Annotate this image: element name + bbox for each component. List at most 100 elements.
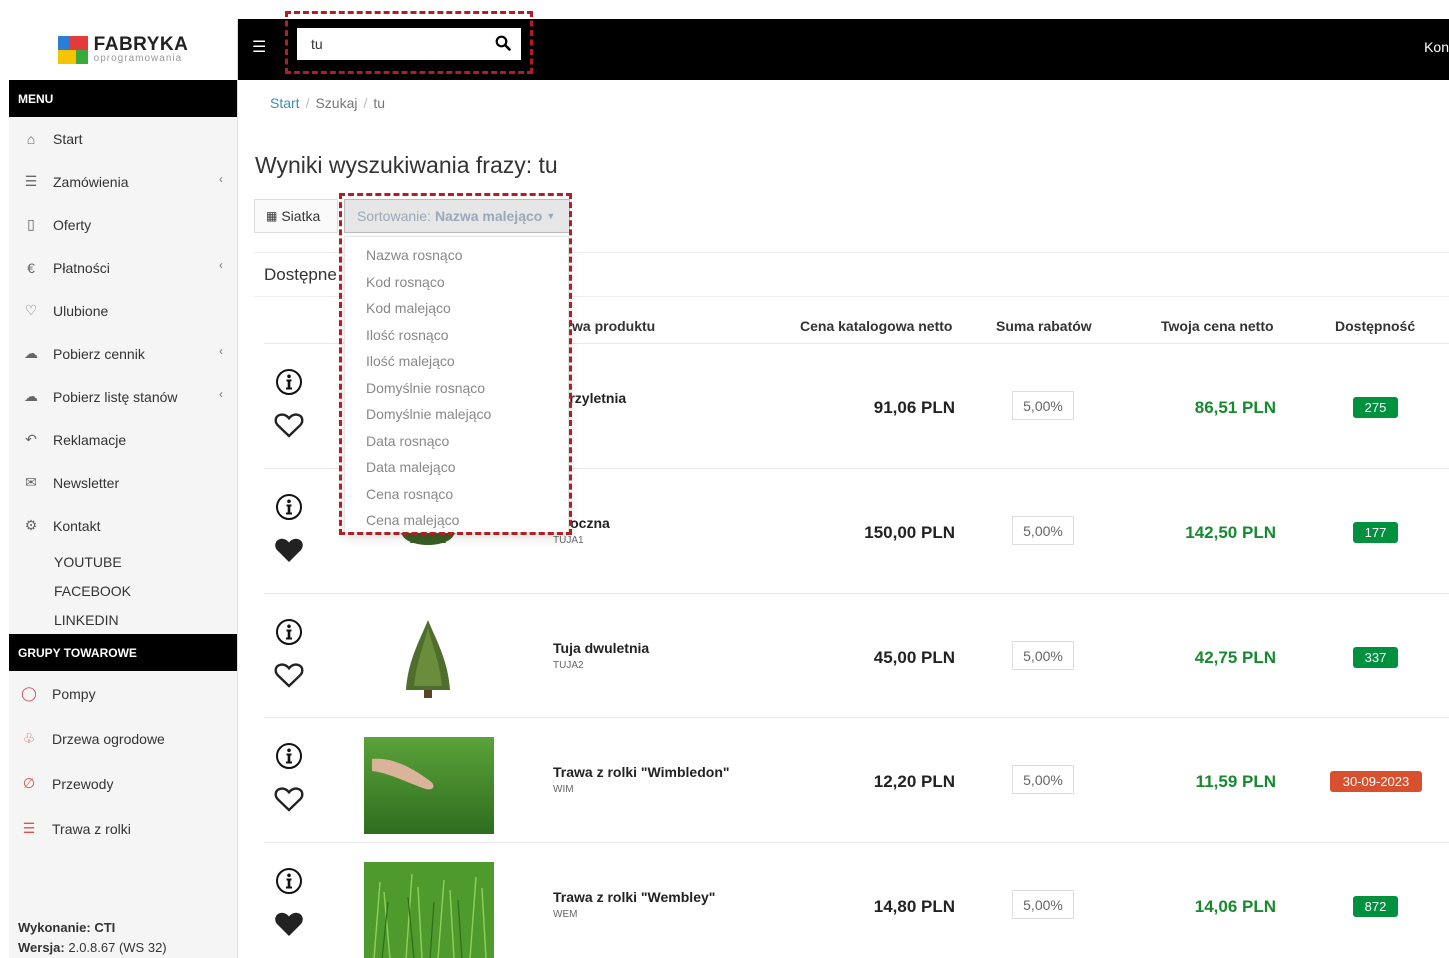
list-icon: ☰ [24, 173, 38, 189]
drop-icon: ◯ [21, 685, 37, 701]
product-groups: ◯ Pompy ♧ Drzewa ogrodowe ∅ Przewody ☰ Trawa z … [9, 671, 237, 851]
product-name[interactable]: Tuja dwuletnia [553, 640, 649, 656]
sidebar-item-oferty[interactable]: ▯ Oferty [9, 203, 237, 246]
product-name[interactable]: Trawa z rolki "Wembley" [553, 889, 715, 905]
group-item-1[interactable]: ♧ Drzewa ogrodowe [9, 716, 237, 761]
social-links: YOUTUBE FACEBOOK LINKEDIN [9, 547, 237, 634]
heart-outline-icon[interactable] [274, 786, 304, 815]
product-name[interactable]: Trawa z rolki "Wimbledon" [553, 764, 730, 780]
grass-icon: ☰ [22, 820, 36, 836]
grid-view-button[interactable]: ▦ Siatka [254, 199, 338, 233]
paperclip-icon: ∅ [22, 775, 36, 791]
sidebar-item-newsletter[interactable]: ✉ Newsletter [9, 461, 237, 504]
group-item-3[interactable]: ☰ Trawa z rolki [9, 806, 237, 851]
catalog-price: 12,20 PLN [873, 772, 955, 791]
group-item-label: Trawa z rolki [52, 820, 131, 837]
footer-info: Wykonanie: CTI Wersja: 2.0.8.67 (WS 32) [18, 918, 167, 958]
account-menu[interactable]: Kon [1424, 39, 1449, 55]
product-code: TUJA2 [553, 660, 584, 671]
breadcrumb-search: Szukaj [315, 95, 358, 111]
logo-title: FABRYKA [93, 34, 189, 55]
sidebar-item-ulubione[interactable]: ♡ Ulubione [9, 289, 237, 332]
sidebar-item-zamówienia[interactable]: ☰ Zamówienia ‹ [9, 160, 237, 203]
discount-box: 5,00% [1012, 765, 1074, 794]
group-item-0[interactable]: ◯ Pompy [9, 671, 237, 716]
sidebar-item-pobierz-listę-stanów[interactable]: ☁ Pobierz listę stanów ‹ [9, 375, 237, 418]
chevron-left-icon: ‹ [219, 387, 223, 401]
logo[interactable]: FABRYKA oprogramowania [9, 19, 237, 80]
breadcrumb: Start / Szukaj / tu [270, 95, 386, 111]
availability-badge: 872 [1353, 896, 1398, 917]
sidebar-item-label: Ulubione [53, 302, 109, 319]
cloud-download-icon: ☁ [24, 345, 38, 361]
column-your-price[interactable]: Twoja cena netto [1161, 318, 1274, 334]
sidebar-item-kontakt[interactable]: ⚙ Kontakt [9, 504, 237, 547]
euro-icon: € [27, 259, 35, 276]
sidebar-item-label: Start [53, 130, 83, 147]
sidebar-item-label: Pobierz cennik [53, 345, 145, 362]
info-icon[interactable] [275, 493, 303, 524]
product-image[interactable] [364, 862, 494, 958]
column-availability[interactable]: Dostępność [1335, 318, 1415, 334]
availability-badge: 30-09-2023 [1330, 771, 1422, 792]
catalog-price: 14,80 PLN [873, 897, 955, 916]
cloud-download-icon: ☁ [24, 388, 38, 404]
column-discounts[interactable]: Suma rabatów [996, 318, 1092, 334]
logo-icon [57, 35, 88, 64]
heart-icon: ♡ [24, 302, 38, 318]
sidebar-item-label: Zamówienia [53, 173, 129, 190]
column-catalog-price[interactable]: Cena katalogowa netto [800, 318, 952, 334]
table-row: Tuja dwuletnia TUJA2 45,00 PLN 5,00% 42,75 P… [264, 593, 1449, 717]
your-price: 142,50 PLN [1185, 523, 1276, 542]
page-title: Wyniki wyszukiwania frazy: tu [255, 152, 558, 178]
sidebar-item-label: Newsletter [53, 474, 120, 491]
sidebar-link-facebook[interactable]: FACEBOOK [9, 576, 237, 605]
gears-icon: ⚙ [24, 517, 38, 533]
sidebar-link-youtube[interactable]: YOUTUBE [9, 547, 237, 576]
group-item-label: Przewody [52, 775, 114, 792]
heart-outline-icon[interactable] [274, 662, 304, 691]
catalog-price: 150,00 PLN [864, 523, 955, 542]
menu-header: MENU [9, 80, 237, 117]
sidebar-item-pobierz-cennik[interactable]: ☁ Pobierz cennik ‹ [9, 332, 237, 375]
sidebar-item-płatności[interactable]: € Płatności ‹ [9, 246, 237, 289]
sidebar-item-reklamacje[interactable]: ↶ Reklamacje [9, 418, 237, 461]
product-image[interactable] [364, 737, 494, 834]
group-item-2[interactable]: ∅ Przewody [9, 761, 237, 806]
info-icon[interactable] [275, 368, 303, 399]
sidebar-link-linkedin[interactable]: LINKEDIN [9, 605, 237, 634]
heart-filled-icon[interactable] [274, 911, 304, 940]
table-row: Trawa z rolki "Wembley" WEM 14,80 PLN 5,00%… [264, 842, 1449, 958]
hamburger-menu-icon[interactable]: ☰ [252, 37, 266, 57]
version-value: 2.0.8.67 (WS 32) [68, 940, 167, 955]
groups-header: GRUPY TOWAROWE [9, 634, 237, 671]
heart-filled-icon[interactable] [274, 537, 304, 566]
heart-outline-icon[interactable] [274, 412, 304, 441]
your-price: 14,06 PLN [1194, 897, 1276, 916]
product-code: TUJA1 [553, 535, 584, 546]
info-icon[interactable] [275, 867, 303, 898]
column-name[interactable]: zwa produktu [565, 318, 655, 334]
sidebar-item-label: Pobierz listę stanów [53, 388, 178, 405]
discount-box: 5,00% [1012, 641, 1074, 670]
info-icon[interactable] [275, 742, 303, 773]
product-code: WEM [553, 909, 578, 920]
tree-icon: ♧ [22, 730, 36, 746]
sidebar-item-start[interactable]: ⌂ Start [9, 117, 237, 160]
menu-list: ⌂ Start ☰ Zamówienia ‹ ▯ Oferty € Płatności ‹ ♡ Ulu… [9, 117, 237, 547]
logo-subtitle: oprogramowania [93, 53, 183, 64]
document-icon: ▯ [27, 216, 35, 232]
product-image[interactable] [380, 614, 476, 708]
envelope-icon: ✉ [25, 474, 37, 490]
search-highlight-frame [285, 11, 533, 74]
author-value: CTI [94, 920, 116, 935]
breadcrumb-phrase: tu [373, 95, 386, 111]
discount-box: 5,00% [1012, 516, 1074, 545]
breadcrumb-start[interactable]: Start [270, 95, 300, 111]
product-code: WIM [553, 784, 574, 795]
sidebar-item-label: Płatności [53, 259, 110, 276]
discount-box: 5,00% [1012, 391, 1074, 420]
home-icon: ⌂ [26, 130, 36, 147]
info-icon[interactable] [275, 618, 303, 649]
discount-box: 5,00% [1012, 890, 1074, 919]
